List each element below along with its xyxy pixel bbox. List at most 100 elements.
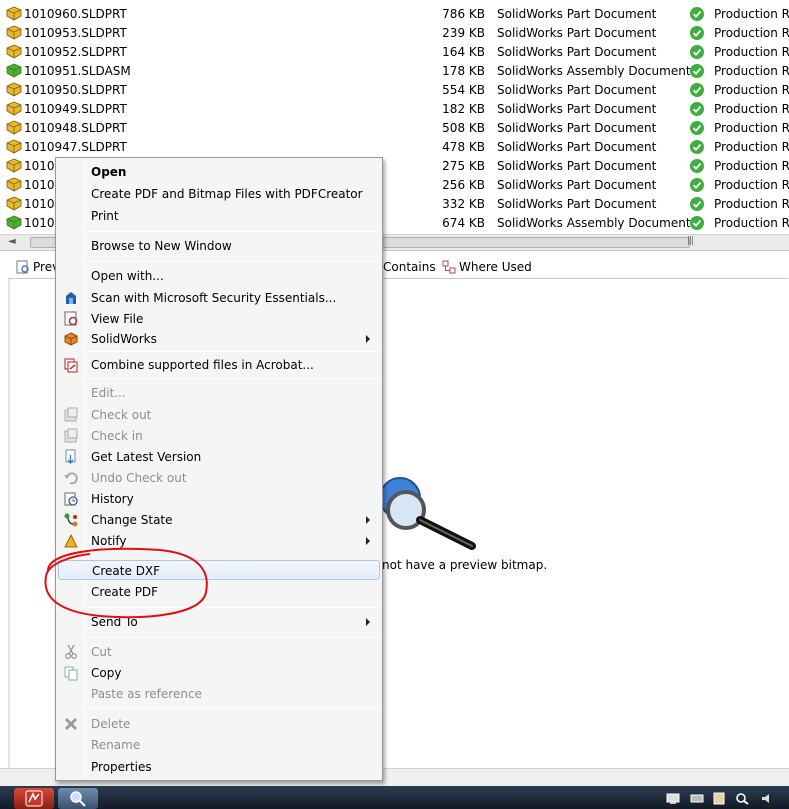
checkmark-state-icon bbox=[690, 159, 704, 173]
tab-contains-label: Contains bbox=[383, 260, 436, 274]
file-state: Production Re bbox=[714, 197, 789, 211]
menu-item-scan-mse-label: Scan with Microsoft Security Essentials.… bbox=[91, 291, 337, 305]
file-type: SolidWorks Part Document bbox=[497, 45, 657, 59]
scissors-icon bbox=[65, 644, 77, 659]
menu-item-solidworks[interactable]: SolidWorks bbox=[58, 329, 380, 349]
menu-item-combine-acrobat[interactable]: Combine supported files in Acrobat... bbox=[58, 355, 380, 375]
file-state: Production Re bbox=[714, 83, 789, 97]
checkmark-state-icon bbox=[690, 178, 704, 192]
menu-separator bbox=[87, 351, 379, 352]
file-row[interactable]: 1010960.SLDPRT 786 KB SolidWorks Part Docu… bbox=[0, 4, 789, 23]
menu-item-open-with[interactable]: Open with... bbox=[58, 266, 380, 286]
menu-item-properties-label: Properties bbox=[91, 760, 152, 774]
copy-icon bbox=[64, 666, 78, 681]
menu-item-check-in-label: Check in bbox=[91, 429, 143, 443]
file-row[interactable]: 1010953.SLDPRT 239 KB SolidWorks Part Docu… bbox=[0, 23, 789, 42]
solidworks-part-icon bbox=[6, 158, 22, 173]
menu-item-properties[interactable]: Properties bbox=[58, 757, 380, 777]
tray-search-icon[interactable] bbox=[735, 792, 749, 805]
submenu-arrow-icon bbox=[366, 537, 370, 545]
solidworks-cube-icon bbox=[64, 332, 78, 346]
no-preview-magnifier-icon bbox=[379, 477, 476, 550]
menu-item-browse-new-window-label: Browse to New Window bbox=[91, 239, 232, 253]
menu-item-check-out[interactable]: Check out bbox=[58, 405, 380, 425]
acrobat-combine-icon bbox=[64, 358, 78, 373]
menu-item-history-label: History bbox=[91, 492, 134, 506]
menu-item-rename-label: Rename bbox=[91, 738, 141, 752]
file-row[interactable]: 1010950.SLDPRT 554 KB SolidWorks Part Docu… bbox=[0, 80, 789, 99]
file-size: 182 KB bbox=[442, 102, 485, 116]
menu-item-change-state[interactable]: Change State bbox=[58, 510, 380, 530]
menu-item-create-pdf-bitmap[interactable]: Create PDF and Bitmap Files with PDFCrea… bbox=[58, 184, 380, 204]
solidworks-app-icon bbox=[25, 790, 43, 807]
file-type: SolidWorks Part Document bbox=[497, 102, 657, 116]
menu-item-undo-check-out[interactable]: Undo Check out bbox=[58, 468, 380, 488]
preview-divider bbox=[8, 279, 10, 769]
checkmark-state-icon bbox=[690, 216, 704, 230]
view-file-icon bbox=[64, 311, 78, 326]
file-name: 1010952.SLDPRT bbox=[24, 45, 127, 59]
file-state: Production Re bbox=[714, 64, 789, 78]
file-name: 1010960.SLDPRT bbox=[24, 7, 127, 21]
menu-item-cut[interactable]: Cut bbox=[58, 642, 380, 662]
solidworks-assembly-icon bbox=[6, 63, 22, 78]
file-size: 256 KB bbox=[442, 178, 485, 192]
menu-item-browse-new-window[interactable]: Browse to New Window bbox=[58, 236, 380, 256]
file-state: Production Re bbox=[714, 7, 789, 21]
menu-item-view-file[interactable]: View File bbox=[58, 309, 380, 329]
menu-item-send-to[interactable]: Send To bbox=[58, 612, 380, 632]
menu-item-check-out-label: Check out bbox=[91, 408, 152, 422]
file-type: SolidWorks Part Document bbox=[497, 159, 657, 173]
file-row[interactable]: 1010948.SLDPRT 508 KB SolidWorks Part Docu… bbox=[0, 118, 789, 137]
menu-item-get-latest[interactable]: Get Latest Version bbox=[58, 447, 380, 467]
taskbar-solidworks-button[interactable] bbox=[14, 788, 54, 809]
menu-item-scan-mse[interactable]: Scan with Microsoft Security Essentials.… bbox=[58, 288, 380, 308]
file-name: 1010947.SLDPRT bbox=[24, 140, 127, 154]
context-menu: Open Create PDF and Bitmap Files with PD… bbox=[55, 157, 383, 781]
file-row[interactable]: 1010952.SLDPRT 164 KB SolidWorks Part Docu… bbox=[0, 42, 789, 61]
menu-item-check-in[interactable]: Check in bbox=[58, 426, 380, 446]
menu-item-history[interactable]: History bbox=[58, 489, 380, 509]
menu-item-create-pdf-bitmap-label: Create PDF and Bitmap Files with PDFCrea… bbox=[91, 187, 363, 201]
tray-flag-icon[interactable] bbox=[712, 792, 726, 805]
checkmark-state-icon bbox=[690, 26, 704, 40]
security-essentials-icon bbox=[66, 292, 76, 304]
menu-item-print[interactable]: Print bbox=[58, 206, 380, 226]
menu-item-notify-label: Notify bbox=[91, 534, 127, 548]
file-state: Production Re bbox=[714, 159, 789, 173]
menu-item-notify[interactable]: Notify bbox=[58, 531, 380, 551]
menu-item-create-dxf[interactable]: Create DXF bbox=[58, 560, 380, 580]
menu-item-rename[interactable]: Rename bbox=[58, 735, 380, 755]
history-icon bbox=[64, 492, 78, 506]
tab-contains[interactable]: Contains bbox=[383, 260, 436, 278]
tray-volume-icon[interactable] bbox=[760, 792, 774, 805]
file-row[interactable]: 1010947.SLDPRT 478 KB SolidWorks Part Docu… bbox=[0, 137, 789, 156]
file-type: SolidWorks Part Document bbox=[497, 121, 657, 135]
file-name: 1010953.SLDPRT bbox=[24, 26, 127, 40]
menu-item-copy[interactable]: Copy bbox=[58, 663, 380, 683]
tray-network-icon[interactable] bbox=[666, 792, 680, 805]
menu-item-change-state-label: Change State bbox=[91, 513, 173, 527]
menu-item-open[interactable]: Open bbox=[58, 162, 380, 182]
menu-item-create-pdf-label: Create PDF bbox=[91, 585, 159, 599]
solidworks-part-icon bbox=[6, 139, 22, 154]
menu-item-solidworks-label: SolidWorks bbox=[91, 332, 157, 346]
file-row[interactable]: 1010949.SLDPRT 182 KB SolidWorks Part Docu… bbox=[0, 99, 789, 118]
menu-item-delete[interactable]: Delete bbox=[58, 714, 380, 734]
tab-preview[interactable]: Prev bbox=[16, 260, 59, 278]
menu-item-send-to-label: Send To bbox=[91, 615, 138, 629]
menu-item-open-with-label: Open with... bbox=[91, 269, 164, 283]
solidworks-part-icon bbox=[6, 101, 22, 116]
where-used-icon bbox=[442, 260, 456, 274]
tray-device-icon[interactable] bbox=[690, 792, 704, 805]
scroll-left-arrow-icon[interactable]: ◄ bbox=[8, 236, 16, 247]
menu-item-edit[interactable]: Edit... bbox=[58, 383, 380, 403]
file-row[interactable]: 1010951.SLDASM 178 KB SolidWorks Assembly … bbox=[0, 61, 789, 80]
file-size: 275 KB bbox=[442, 159, 485, 173]
taskbar-explorer-button[interactable] bbox=[58, 788, 98, 809]
tab-where-used[interactable]: Where Used bbox=[442, 260, 532, 278]
solidworks-part-icon bbox=[6, 120, 22, 135]
undo-icon bbox=[64, 472, 78, 485]
menu-item-paste-reference[interactable]: Paste as reference bbox=[58, 684, 380, 704]
menu-item-create-pdf[interactable]: Create PDF bbox=[58, 582, 380, 602]
